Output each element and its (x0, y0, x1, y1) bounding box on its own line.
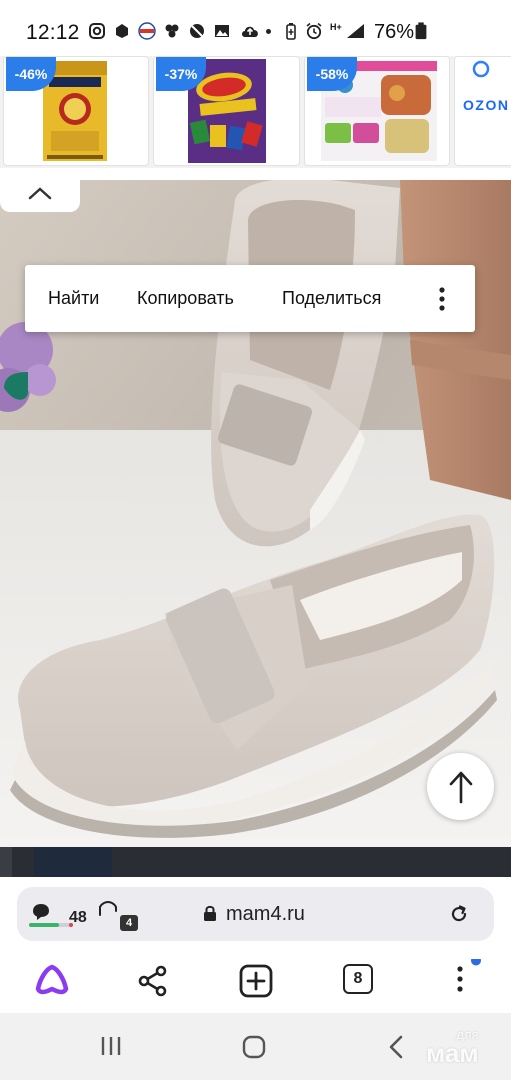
alice-icon (35, 964, 69, 995)
image-icon (215, 25, 229, 37)
ad-card-ozon[interactable]: OZON (454, 56, 511, 166)
signal-icon (347, 24, 364, 38)
site-watermark: для мам (426, 1028, 479, 1068)
ad-card-uno[interactable]: -37% (153, 56, 300, 166)
instagram-icon (89, 23, 105, 39)
collapse-tab[interactable] (0, 178, 80, 212)
url-text[interactable]: mam4.ru (226, 903, 305, 926)
alice-assistant-button[interactable] (30, 959, 74, 1003)
protect-count-badge: 4 (120, 915, 138, 931)
battery-icon (415, 22, 427, 40)
battery-saver-icon (286, 23, 296, 40)
mute-icon (190, 24, 204, 38)
text-selection-menu: Найти Копировать Поделиться (25, 265, 475, 332)
back-icon[interactable] (386, 1034, 406, 1060)
copy-menu-item[interactable]: Копировать (137, 288, 234, 309)
alarm-icon (306, 22, 322, 40)
network-type: H+ (330, 22, 342, 32)
lock-icon (204, 905, 216, 921)
cloud-upload-icon (242, 26, 258, 37)
ozon-brand: OZON (463, 97, 510, 113)
ad-card-coffee[interactable]: -46% (3, 56, 149, 166)
arrow-up-icon (449, 771, 473, 804)
ad-card-meal-kit[interactable]: -58% (304, 56, 450, 166)
share-menu-item[interactable]: Поделиться (282, 288, 381, 309)
status-bar: 12:12 H+ 76% (0, 0, 511, 56)
more-options-icon[interactable] (432, 286, 452, 312)
box-app-icon (116, 24, 128, 38)
find-menu-item[interactable]: Найти (48, 288, 99, 309)
reload-icon[interactable] (449, 904, 469, 924)
more-notifications-dot (266, 29, 271, 34)
watermark-bottom: мам (426, 1038, 479, 1068)
recent-apps-icon[interactable] (98, 1035, 124, 1057)
share-button[interactable] (131, 959, 175, 1003)
page-footer-strip (0, 847, 511, 877)
battery-percent: 76% (374, 21, 415, 43)
home-icon[interactable] (241, 1034, 267, 1060)
new-tab-button[interactable] (234, 959, 278, 1003)
plus-square-icon (239, 964, 273, 998)
tabs-count-button[interactable]: 8 (343, 964, 373, 994)
scroll-to-top-button[interactable] (427, 753, 494, 820)
comments-rating-bar (29, 923, 73, 927)
menu-dots-icon (457, 955, 481, 992)
address-bar[interactable]: 48 4 mam4.ru (17, 887, 494, 941)
app-badge-icon (138, 22, 156, 40)
flower-app-icon (165, 24, 179, 38)
ad-strip[interactable]: -46% -37% -58% OZON (0, 56, 511, 168)
ozon-logo-icon (472, 60, 490, 78)
browser-menu-button[interactable] (438, 955, 482, 1003)
status-time: 12:12 (26, 21, 80, 44)
comments-icon[interactable] (31, 903, 51, 921)
share-icon (138, 965, 167, 997)
browser-bottom-bar: 48 4 mam4.ru 8 (0, 877, 511, 1013)
chevron-up-icon (28, 187, 52, 200)
protect-shield-icon[interactable] (95, 899, 121, 925)
